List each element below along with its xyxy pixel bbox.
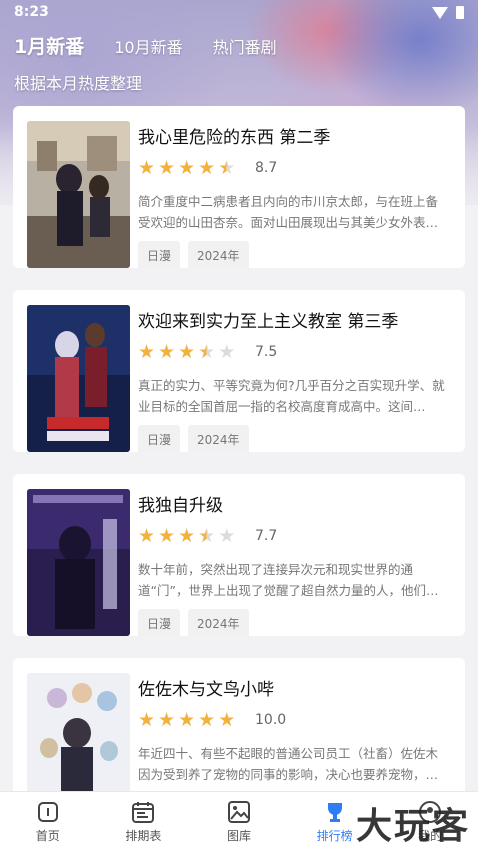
star-icon: ★ xyxy=(158,525,176,547)
anime-title: 我独自升级 xyxy=(138,496,223,516)
region-tag: 日漫 xyxy=(138,609,181,636)
cover-image xyxy=(27,305,130,452)
anime-description: 年近四十、有些不起眼的普通公司员工（社畜）佐佐木因为受到养了宠物的同事的影响，决… xyxy=(138,746,439,782)
gallery-icon xyxy=(227,800,251,824)
empty-star-icon: ★ xyxy=(218,341,236,363)
rating-score: 8.7 xyxy=(255,160,278,176)
tag-list: 日漫 2024年 xyxy=(138,425,249,452)
nav-gallery[interactable]: 图库 xyxy=(191,792,287,851)
region-tag: 日漫 xyxy=(138,241,181,268)
star-icon: ★ xyxy=(178,157,196,179)
tab-oct-new[interactable]: 10月新番 xyxy=(114,34,182,58)
status-bar: 8:23 xyxy=(0,0,478,26)
half-star-icon: ★ xyxy=(198,525,216,547)
region-tag: 日漫 xyxy=(138,425,181,452)
nav-home[interactable]: 首页 xyxy=(0,792,96,851)
anime-title: 佐佐木与文鸟小哔 xyxy=(138,680,274,700)
anime-card[interactable]: 我心里危险的东西 第二季 ★ ★ ★ ★ ★ 8.7 简介重度中二病患者且内向的… xyxy=(13,106,465,268)
rating-stars: ★ ★ ★ ★ ★ xyxy=(138,711,235,730)
nav-label: 排行榜 xyxy=(316,829,353,843)
wifi-icon xyxy=(432,6,448,19)
star-icon: ★ xyxy=(158,157,176,179)
empty-star-icon: ★ xyxy=(218,525,236,547)
anime-card[interactable]: 欢迎来到实力至上主义教室 第三季 ★ ★ ★ ★ ★ 7.5 真正的实力、平等究… xyxy=(13,290,465,452)
nav-label: 首页 xyxy=(35,829,60,843)
anime-title: 欢迎来到实力至上主义教室 第三季 xyxy=(138,312,399,332)
star-icon: ★ xyxy=(138,341,156,363)
anime-description: 简介重度中二病患者且内向的市川京太郎，与在班上备受欢迎的山田杏奈。面对山田展现出… xyxy=(138,194,439,230)
rating-stars: ★ ★ ★ ★ ★ xyxy=(138,343,235,362)
star-icon: ★ xyxy=(218,709,236,731)
anime-description: 数十年前，突然出现了连接异次元和现实世界的通道“门”，世界上出现了觉醒了超自然力… xyxy=(138,562,439,598)
star-icon: ★ xyxy=(178,341,196,363)
page-subtitle: 根据本月热度整理 xyxy=(14,74,143,93)
nav-label: 排期表 xyxy=(125,829,162,843)
rating-score: 7.7 xyxy=(255,528,278,544)
anime-title: 我心里危险的东西 第二季 xyxy=(138,128,331,148)
tab-hot[interactable]: 热门番剧 xyxy=(213,34,277,58)
rating-stars: ★ ★ ★ ★ ★ xyxy=(138,159,235,178)
cover-image xyxy=(27,489,130,636)
rating-score: 10.0 xyxy=(255,712,287,728)
half-star-icon: ★ xyxy=(218,157,236,179)
star-icon: ★ xyxy=(198,157,216,179)
year-tag: 2024年 xyxy=(188,425,249,452)
star-icon: ★ xyxy=(178,525,196,547)
star-icon: ★ xyxy=(158,341,176,363)
cover-image xyxy=(27,121,130,268)
calendar-icon xyxy=(131,800,155,824)
rating-score: 7.5 xyxy=(255,344,278,360)
year-tag: 2024年 xyxy=(188,241,249,268)
half-star-icon: ★ xyxy=(198,341,216,363)
nav-label: 图库 xyxy=(226,829,251,843)
tab-jan-new[interactable]: 1月新番 xyxy=(14,32,84,59)
year-tag: 2024年 xyxy=(188,609,249,636)
star-icon: ★ xyxy=(158,709,176,731)
star-icon: ★ xyxy=(138,709,156,731)
star-icon: ★ xyxy=(138,157,156,179)
tag-list: 日漫 2024年 xyxy=(138,241,249,268)
watermark-logo: 大玩客 xyxy=(355,806,470,847)
home-icon xyxy=(37,800,59,824)
rating-stars: ★ ★ ★ ★ ★ xyxy=(138,527,235,546)
anime-description: 真正的实力、平等究竟为何?几乎百分之百实现升学、就业目标的全国首屈一指的名校高度… xyxy=(138,378,445,414)
battery-icon xyxy=(456,6,464,19)
status-icons xyxy=(432,6,464,19)
anime-card[interactable]: 我独自升级 ★ ★ ★ ★ ★ 7.7 数十年前，突然出现了连接异次元和现实世界… xyxy=(13,474,465,636)
star-icon: ★ xyxy=(198,709,216,731)
status-time: 8:23 xyxy=(14,4,49,20)
star-icon: ★ xyxy=(138,525,156,547)
anime-list: 我心里危险的东西 第二季 ★ ★ ★ ★ ★ 8.7 简介重度中二病患者且内向的… xyxy=(13,106,465,842)
star-icon: ★ xyxy=(178,709,196,731)
tag-list: 日漫 2024年 xyxy=(138,609,249,636)
nav-schedule[interactable]: 排期表 xyxy=(96,792,192,851)
trophy-icon xyxy=(323,800,347,824)
season-tabs: 1月新番 10月新番 热门番剧 xyxy=(14,32,307,59)
